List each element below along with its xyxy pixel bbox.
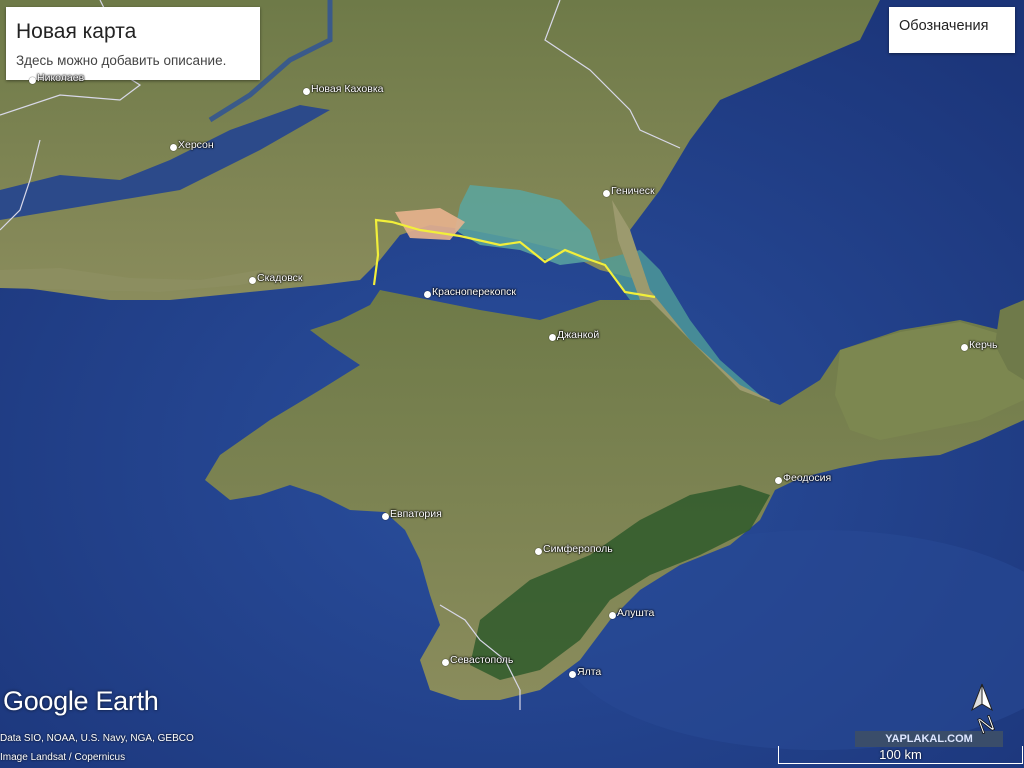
legend-button[interactable]: Обозначения — [889, 7, 1015, 53]
compass-n-label: N — [974, 710, 997, 739]
map-info-panel[interactable]: Новая карта Здесь можно добавить описани… — [6, 7, 260, 80]
scale-bar-label: 100 km — [879, 747, 922, 762]
scale-bar: 100 km — [778, 746, 1023, 764]
attribution-data: Data SIO, NOAA, U.S. Navy, NGA, GEBCO — [0, 733, 194, 744]
map-title: Новая карта — [16, 20, 137, 43]
legend-button-label: Обозначения — [899, 18, 989, 34]
google-earth-logo: Google Earth — [3, 686, 159, 716]
satellite-map[interactable] — [0, 0, 1024, 768]
map-description[interactable]: Здесь можно добавить описание. — [16, 53, 226, 68]
north-arrow-icon[interactable]: N — [968, 680, 1008, 740]
attribution-image: Image Landsat / Copernicus — [0, 752, 126, 763]
